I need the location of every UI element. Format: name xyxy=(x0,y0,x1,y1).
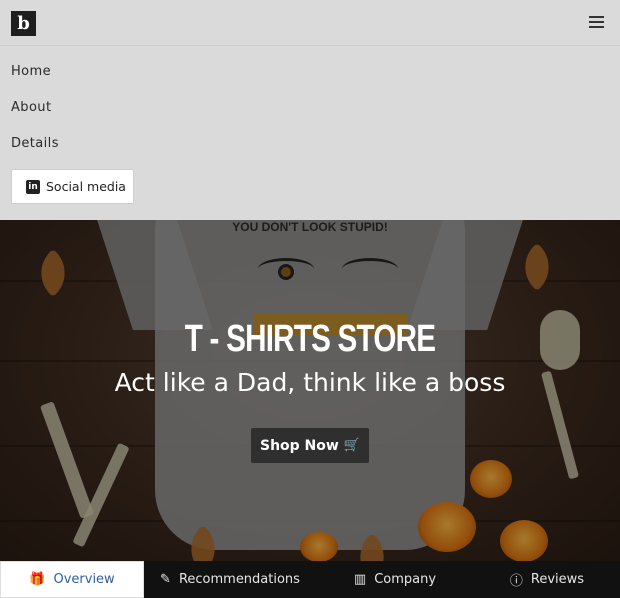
building-icon: ▥ xyxy=(353,572,367,587)
nav-item-home[interactable]: Home xyxy=(11,58,59,94)
social-media-label: Social media xyxy=(46,179,126,194)
shop-now-button[interactable]: Shop Now 🛒 xyxy=(251,428,369,463)
tab-company[interactable]: ▥ Company xyxy=(316,561,474,598)
nav-menu: Home About Details xyxy=(11,58,59,166)
tab-bar: 🎁 Overview ✎ Recommendations ▥ Company ⓘ… xyxy=(0,561,620,598)
tab-company-label: Company xyxy=(374,572,437,587)
tab-recommendations-label: Recommendations xyxy=(178,572,300,587)
info-icon: ⓘ xyxy=(509,574,523,589)
shop-now-label: Shop Now xyxy=(259,437,339,454)
tab-overview-label: Overview xyxy=(53,572,115,587)
hero-banner: YOU DON'T LOOK STUPID! T - SHIRTS STORE … xyxy=(0,220,620,561)
tab-reviews-label: Reviews xyxy=(530,572,585,587)
tab-recommendations[interactable]: ✎ Recommendations xyxy=(144,561,316,598)
tab-reviews[interactable]: ⓘ Reviews xyxy=(474,561,620,598)
nav-item-details[interactable]: Details xyxy=(11,130,59,166)
brand-logo[interactable]: b xyxy=(11,11,36,36)
gift-icon: 🎁 xyxy=(29,572,46,587)
hamburger-menu-icon[interactable] xyxy=(589,16,604,28)
nav-item-about[interactable]: About xyxy=(11,94,59,130)
tab-overview[interactable]: 🎁 Overview xyxy=(0,561,144,598)
edit-icon: ✎ xyxy=(160,572,171,587)
hero-subtitle: Act like a Dad, think like a boss xyxy=(114,368,506,397)
cart-icon: 🛒 xyxy=(343,438,361,453)
top-bar: b xyxy=(0,0,620,46)
navigation-panel: b Home About Details in Social media xyxy=(0,0,620,220)
linkedin-icon: in xyxy=(26,179,40,194)
social-media-button[interactable]: in Social media xyxy=(11,169,134,204)
hero-title: T - SHIRTS STORE xyxy=(184,318,436,360)
